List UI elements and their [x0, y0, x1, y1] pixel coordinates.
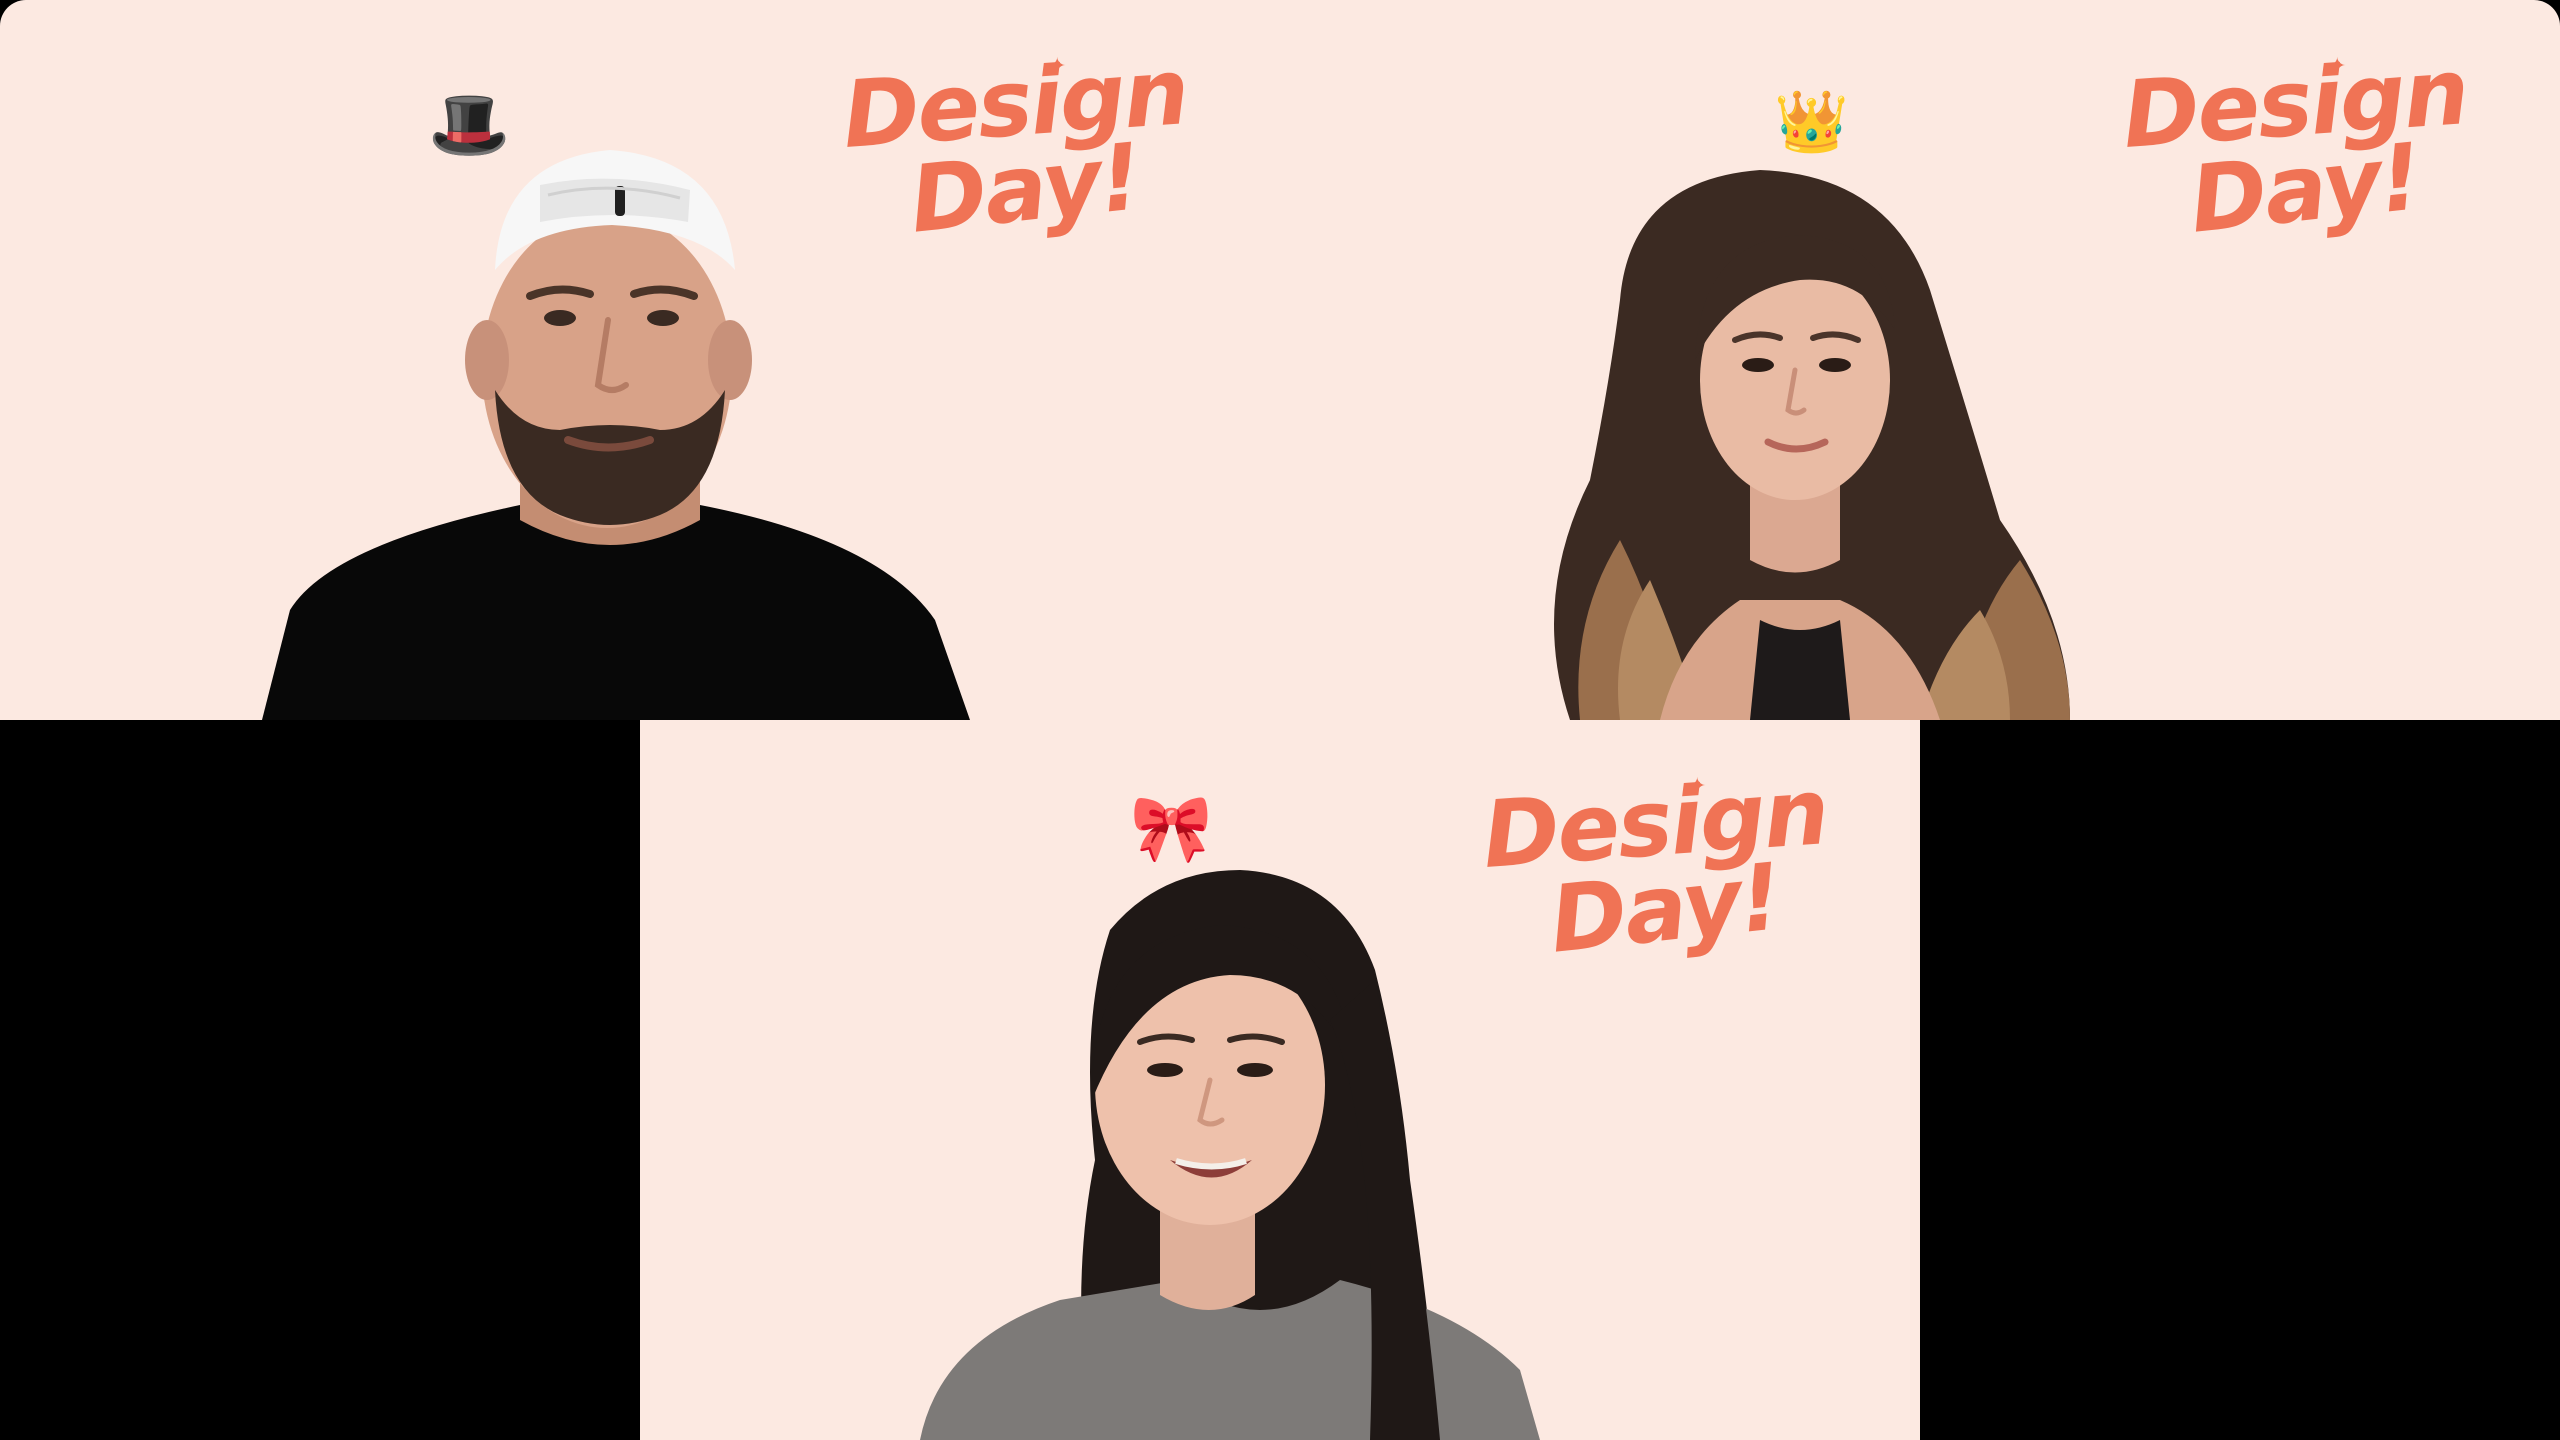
- top-hat-icon: 🎩: [428, 86, 511, 163]
- sparkle-icon: ✦: [2328, 54, 2347, 79]
- design-day-logo: Design Day!: [839, 38, 1191, 254]
- video-tile-participant-3[interactable]: 🎀 Design Day! ✦: [640, 720, 1920, 1440]
- design-day-logo: Design Day!: [1479, 758, 1831, 974]
- sparkle-icon: ✦: [1688, 774, 1707, 799]
- crown-icon: 👑: [1774, 87, 1849, 157]
- bow-icon: 🎀: [1130, 790, 1213, 867]
- design-day-logo: Design Day!: [2119, 38, 2471, 254]
- video-tile-participant-1[interactable]: 🎩 Design Day! ✦: [0, 0, 1280, 720]
- video-call-window: 🎩 Design Day! ✦ 👑 Design Day! ✦ 🎀 Design…: [0, 0, 2560, 1440]
- video-tile-participant-2[interactable]: 👑 Design Day! ✦: [1280, 0, 2560, 720]
- sparkle-icon: ✦: [1048, 54, 1067, 79]
